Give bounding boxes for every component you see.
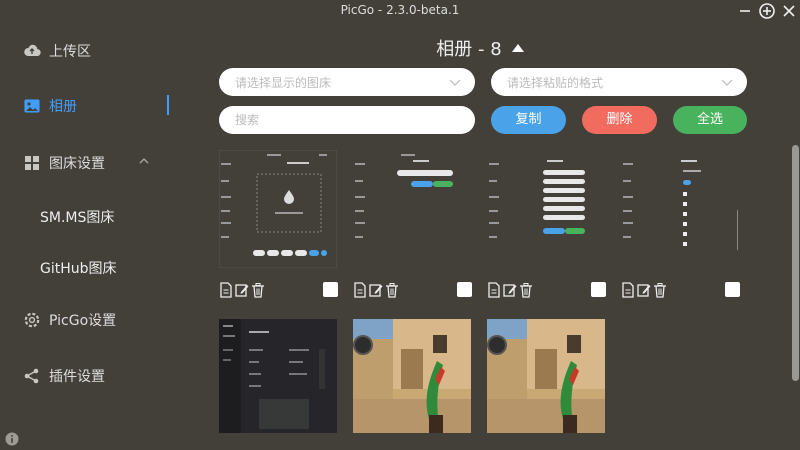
- card-toolbar: [487, 282, 605, 300]
- paste-format-placeholder: 请选择粘贴的格式: [507, 76, 604, 90]
- window-title: PicGo - 2.3.0-beta.1: [340, 3, 460, 17]
- gallery-grid: [219, 150, 747, 450]
- sidebar-item-upload[interactable]: 上传区: [0, 32, 190, 68]
- picbed-filter-select[interactable]: 请选择显示的图床: [219, 68, 475, 96]
- chevron-down-icon: [721, 76, 733, 88]
- select-checkbox[interactable]: [323, 282, 338, 297]
- gear-icon: [23, 311, 41, 329]
- sidebar-item-smms[interactable]: SM.MS图床: [0, 201, 190, 231]
- page-title[interactable]: 相册 - 8: [190, 35, 770, 61]
- maximize-icon[interactable]: [758, 2, 776, 20]
- sidebar-item-label: SM.MS图床: [40, 210, 115, 226]
- active-indicator: [167, 95, 169, 115]
- sidebar-item-gallery[interactable]: 相册: [0, 87, 190, 123]
- edit-icon[interactable]: [369, 282, 383, 298]
- gallery-thumbnail[interactable]: [487, 319, 605, 433]
- card-toolbar: [219, 282, 337, 300]
- gallery-thumbnail[interactable]: [353, 150, 471, 270]
- gallery-thumbnail[interactable]: [219, 319, 337, 433]
- edit-icon[interactable]: [637, 282, 651, 298]
- scrollbar[interactable]: [792, 145, 799, 381]
- file-text-icon[interactable]: [621, 282, 635, 298]
- sidebar-item-label: 图床设置: [49, 156, 105, 172]
- edit-icon[interactable]: [503, 282, 517, 298]
- sidebar-item-picbed-settings[interactable]: 图床设置: [0, 144, 190, 180]
- sidebar-item-label: GitHub图床: [40, 261, 117, 277]
- gallery-thumbnail[interactable]: [487, 150, 605, 270]
- file-text-icon[interactable]: [353, 282, 367, 298]
- delete-button[interactable]: 删除: [582, 106, 657, 134]
- gallery-title: 相册 - 8: [436, 39, 502, 60]
- gallery-thumbnail[interactable]: [219, 150, 337, 270]
- file-text-icon[interactable]: [219, 282, 233, 298]
- delete-icon[interactable]: [385, 282, 399, 298]
- select-checkbox[interactable]: [725, 282, 740, 297]
- upload-cloud-icon: [23, 42, 41, 60]
- image-icon: [23, 97, 41, 115]
- select-checkbox[interactable]: [457, 282, 472, 297]
- file-text-icon[interactable]: [487, 282, 501, 298]
- select-checkbox[interactable]: [591, 282, 606, 297]
- sidebar-item-plugin-settings[interactable]: 插件设置: [0, 357, 190, 393]
- sidebar-item-label: 上传区: [49, 44, 91, 60]
- gallery-thumbnail[interactable]: [621, 150, 739, 270]
- sidebar: 上传区 相册 图床设置 SM.MS图床 GitHub图床 PicGo设置 插件设…: [0, 22, 190, 450]
- picbed-filter-placeholder: 请选择显示的图床: [235, 76, 332, 90]
- delete-icon[interactable]: [251, 282, 265, 298]
- card-toolbar: [353, 282, 471, 300]
- gallery-main: 相册 - 8 请选择显示的图床 请选择粘贴的格式 复制 删除 全选: [190, 22, 790, 450]
- close-icon[interactable]: [780, 2, 798, 20]
- delete-icon[interactable]: [653, 282, 667, 298]
- sidebar-item-label: 插件设置: [49, 369, 105, 385]
- chevron-up-icon: [138, 155, 150, 167]
- copy-button[interactable]: 复制: [491, 106, 566, 134]
- sidebar-item-picgo-settings[interactable]: PicGo设置: [0, 301, 190, 337]
- sidebar-item-label: PicGo设置: [49, 313, 117, 329]
- edit-icon[interactable]: [235, 282, 249, 298]
- sidebar-item-github[interactable]: GitHub图床: [0, 252, 190, 282]
- search-input[interactable]: [219, 106, 475, 134]
- title-bar: PicGo - 2.3.0-beta.1: [0, 0, 800, 22]
- delete-icon[interactable]: [519, 282, 533, 298]
- minimize-icon[interactable]: [736, 2, 754, 20]
- card-toolbar: [621, 282, 739, 300]
- info-icon[interactable]: [5, 431, 19, 446]
- gallery-thumbnail[interactable]: [353, 319, 471, 433]
- chevron-down-icon: [449, 76, 461, 88]
- grid-icon: [23, 154, 41, 172]
- select-all-button[interactable]: 全选: [673, 106, 747, 134]
- share-icon: [23, 367, 41, 385]
- caret-up-icon[interactable]: [511, 44, 524, 52]
- sidebar-item-label: 相册: [49, 99, 77, 115]
- paste-format-select[interactable]: 请选择粘贴的格式: [491, 68, 747, 96]
